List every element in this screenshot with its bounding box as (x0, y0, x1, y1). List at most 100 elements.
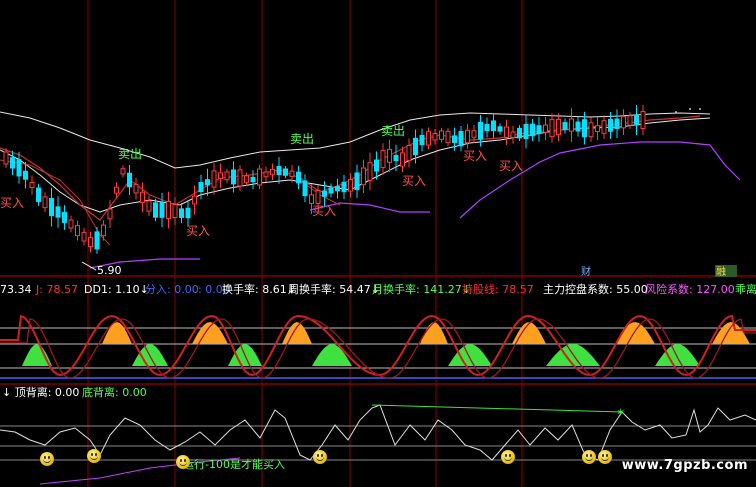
candle-body (471, 130, 477, 138)
candle-body (276, 165, 282, 176)
candle-body (309, 194, 314, 205)
candle-body (484, 123, 490, 132)
top-right-dots (675, 108, 701, 113)
candle-body (114, 186, 119, 194)
oscillator-panel (0, 314, 756, 379)
candle-body (250, 176, 256, 183)
buy-signal-6: 买入 (499, 159, 523, 173)
indicator-readout-8: 持股线: 78.57 (462, 283, 534, 296)
top-divergence-label: ↓ 顶背离: 0.00 (2, 386, 80, 399)
candle-body (575, 121, 581, 132)
candle-body (536, 125, 542, 134)
candle-body (348, 179, 353, 192)
candle-body (627, 115, 633, 126)
smiley-icon (87, 449, 101, 463)
sell-signal-3: 卖出 (381, 124, 405, 138)
lower-band-line-3 (459, 141, 741, 219)
candle-body (354, 172, 360, 191)
candle-body (367, 162, 373, 181)
candle-body (569, 118, 574, 132)
candle-body (270, 168, 275, 175)
candle-body (224, 171, 230, 181)
candle-body (400, 152, 405, 167)
top-divergence-line (371, 404, 623, 413)
star-marker: ✶ (616, 406, 625, 419)
green-fill-area (655, 344, 700, 366)
sell-signal-1: 卖出 (118, 147, 142, 161)
candle-body (393, 154, 399, 162)
buy-signal-3: 买入 (312, 204, 336, 218)
candle-body (380, 150, 386, 168)
candle-body (179, 208, 184, 218)
candle-body (452, 135, 457, 143)
candle-body (205, 179, 210, 186)
candle-body (504, 126, 509, 138)
green-fill-area (448, 344, 492, 366)
candle-body (621, 115, 626, 129)
candle-body (510, 131, 516, 138)
indicator-readout-1: J: 78.57 (36, 283, 78, 296)
candle-body (406, 145, 412, 161)
candle-body (601, 120, 607, 134)
smiley-icon (598, 450, 612, 464)
candle-body (497, 126, 503, 132)
candle-body (107, 208, 113, 220)
indicator-readout-7: 月换手率: 141.27↓ (372, 283, 471, 296)
candle-body (153, 202, 158, 218)
candle-body (263, 171, 269, 178)
indicator-readout-5: 换手率: 8.61↓ (222, 283, 296, 296)
candle-body (426, 131, 431, 146)
candle-body (413, 137, 418, 156)
candle-body (549, 118, 555, 138)
candle-body (562, 122, 568, 131)
candle-body (94, 231, 100, 250)
candle-body (133, 183, 139, 194)
candle-body (439, 130, 444, 140)
candle-body (231, 169, 236, 185)
candle-body (127, 172, 132, 188)
candle-body (23, 170, 28, 180)
candle-body (335, 185, 340, 192)
candle-body (432, 133, 438, 141)
chart-canvas[interactable]: 卖出 卖出 卖出 买入 买入 买入 买入 买入 买入 5.90 财 融 ✶ (0, 0, 756, 487)
candle-body (159, 202, 165, 218)
candle-body (523, 123, 529, 140)
price-panel: 卖出 卖出 卖出 买入 买入 买入 买入 买入 买入 5.90 财 融 (0, 104, 741, 278)
candle-body (36, 187, 41, 202)
candle-body (81, 231, 87, 242)
candle-body (16, 159, 22, 177)
sell-signal-2: 卖出 (290, 132, 314, 146)
candle-body (491, 120, 496, 132)
candle-body (556, 118, 561, 136)
vertical-grid (87, 0, 523, 487)
buy-signal-1: 买入 (0, 196, 24, 210)
candle-body (374, 159, 379, 172)
candle-body (478, 121, 483, 140)
candle-body (387, 148, 392, 163)
cai-badge: 财 (581, 265, 591, 278)
candle-body (146, 200, 152, 212)
candle-body (328, 187, 334, 194)
low-price-label: 5.90 (97, 264, 122, 277)
candle-body (419, 134, 425, 146)
candle-body (237, 169, 243, 187)
candle-body (289, 170, 295, 177)
candle-body (172, 204, 178, 218)
candle-body (582, 119, 587, 138)
candle-body (10, 157, 15, 169)
candle-body (634, 114, 639, 126)
indicator-readout-10: 风险系数: 127.00 (645, 283, 735, 296)
divergence-line (0, 404, 756, 461)
indicator-readout-3: 分入: 0.00 (145, 283, 199, 296)
indicator-readout-0: 73.34 (0, 283, 32, 296)
candle-body (211, 170, 217, 188)
candle-body (530, 123, 535, 137)
candle-body (49, 198, 54, 217)
indicator-readout-2: DD1: 1.10↓ (84, 283, 149, 296)
candle-body (614, 118, 620, 129)
candle-body (465, 129, 470, 144)
indicator-readout-11: 乖离 (735, 283, 756, 296)
smiley-icon (501, 450, 515, 464)
candle-body (62, 212, 67, 223)
candle-body (185, 207, 191, 219)
